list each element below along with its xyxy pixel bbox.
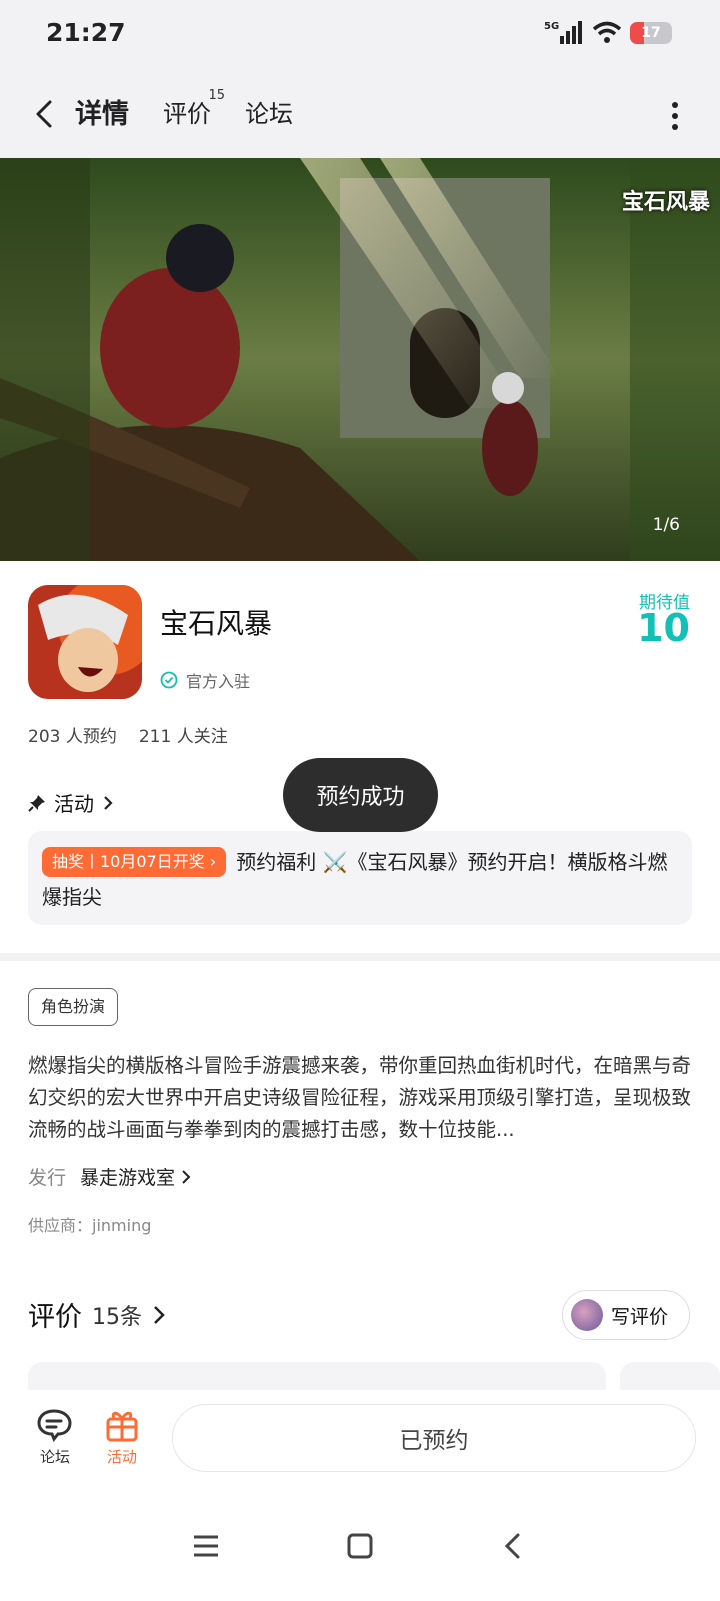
forum-button[interactable]: 论坛 — [25, 1408, 85, 1467]
cellular-signal-icon: 5G — [544, 21, 582, 44]
genre-tag[interactable]: 角色扮演 — [28, 988, 119, 1026]
menu-icon[interactable] — [192, 1532, 220, 1560]
battery-level: 17 — [641, 25, 661, 41]
official-label: 官方入驻 — [186, 672, 251, 691]
wifi-icon — [592, 21, 622, 43]
reviews-title: 评价 — [28, 1302, 82, 1333]
app-name: 宝石风暴 — [160, 607, 273, 640]
app-stats: 203 人预约 211 人关注 — [28, 722, 228, 747]
banner-page-counter: 1/6 — [652, 515, 680, 535]
toast-message: 预约成功 — [283, 758, 438, 832]
section-divider — [0, 953, 720, 961]
follower-count: 211 人关注 — [138, 727, 228, 747]
chevron-right-icon — [104, 795, 113, 810]
top-nav: 详情 评价 15 论坛 — [0, 72, 720, 158]
svg-text:5G: 5G — [544, 21, 559, 32]
avatar — [571, 1299, 603, 1331]
status-time: 21:27 — [46, 18, 126, 47]
activity-heading: 活动 — [54, 792, 94, 816]
tab-details-label: 详情 — [75, 99, 129, 130]
lottery-tag[interactable]: 抽奖丨10月07日开奖 › — [42, 847, 227, 877]
battery-icon: 17 — [630, 22, 672, 44]
forum-icon — [37, 1409, 72, 1442]
activity-button[interactable]: 活动 — [92, 1408, 152, 1467]
game-description[interactable]: 燃爆指尖的横版格斗冒险手游震撼来袭，带你重回热血街机时代，在暗黑与奇幻交织的宏大… — [28, 1050, 692, 1146]
banner-artwork — [0, 158, 720, 561]
verified-icon — [160, 671, 178, 689]
tab-forum-label: 论坛 — [245, 100, 293, 128]
back-icon[interactable] — [26, 94, 66, 134]
pin-icon — [28, 794, 45, 812]
game-banner[interactable]: 宝石风暴 1/6 — [0, 158, 720, 561]
review-card[interactable] — [620, 1362, 720, 1392]
back-nav-icon[interactable] — [500, 1532, 528, 1560]
activity-label: 活动 — [106, 1448, 137, 1466]
review-card[interactable] — [28, 1362, 606, 1392]
publisher-row[interactable]: 发行 暴走游戏室 — [28, 1163, 191, 1190]
chevron-right-icon — [182, 1169, 191, 1184]
banner-logo: 宝石风暴 — [621, 190, 710, 215]
tab-details[interactable]: 详情 — [72, 92, 132, 131]
reviews-header[interactable]: 评价 15条 — [28, 1295, 166, 1334]
home-icon[interactable] — [346, 1532, 374, 1560]
activity-header[interactable]: 活动 — [28, 788, 114, 817]
lottery-tag-label: 抽奖丨10月07日开奖 — [52, 852, 205, 871]
reserved-button[interactable]: 已预约 — [172, 1404, 696, 1472]
more-options-icon[interactable] — [670, 100, 680, 132]
tab-reviews-label: 评价 — [163, 100, 211, 128]
expectation-value: 10 — [637, 606, 690, 650]
tab-forum[interactable]: 论坛 — [245, 94, 293, 129]
chevron-right-icon — [154, 1305, 165, 1324]
tab-reviews[interactable]: 评价 15 — [163, 88, 225, 129]
write-review-label: 写评价 — [611, 1305, 669, 1328]
tab-reviews-count: 15 — [208, 88, 225, 103]
activity-card[interactable]: 抽奖丨10月07日开奖 › 预约福利 ⚔️《宝石风暴》预约开启！横版格斗燃爆指尖 — [28, 831, 692, 925]
official-badge: 官方入驻 — [160, 668, 250, 692]
forum-label: 论坛 — [39, 1448, 70, 1466]
reservation-count: 203 人预约 — [28, 727, 117, 747]
status-icons: 5G 17 — [544, 20, 672, 46]
write-review-button[interactable]: 写评价 — [562, 1290, 690, 1340]
gift-icon — [106, 1411, 138, 1442]
bottom-action-bar: 论坛 活动 已预约 — [0, 1390, 720, 1500]
reviews-count: 15条 — [92, 1304, 142, 1330]
app-icon — [28, 585, 142, 699]
status-bar: 21:27 5G 17 — [0, 0, 720, 72]
publisher-name: 暴走游戏室 — [80, 1167, 176, 1189]
publisher-key: 发行 — [28, 1167, 67, 1189]
system-navigation — [0, 1500, 720, 1601]
supplier-info: 供应商：jinming — [28, 1216, 152, 1235]
